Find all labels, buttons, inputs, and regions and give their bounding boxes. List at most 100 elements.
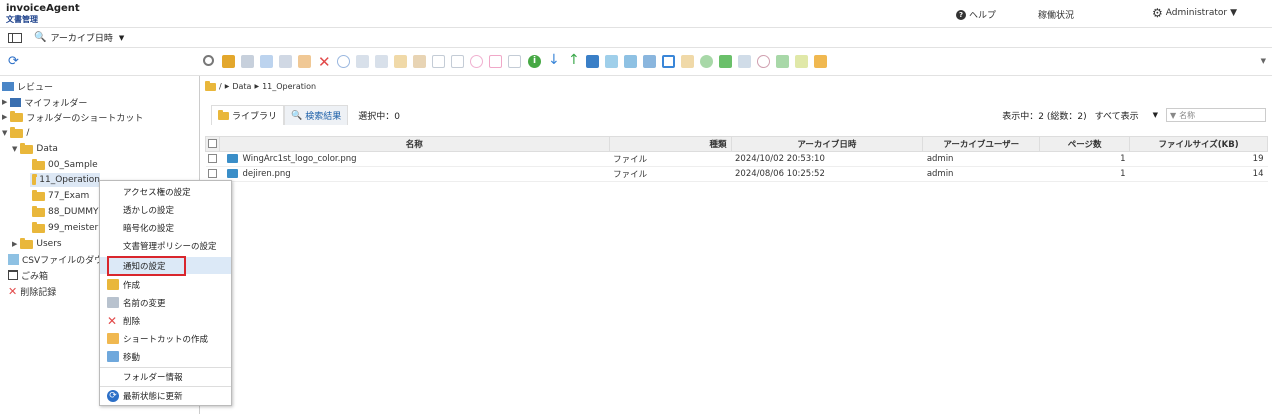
select-all-checkbox[interactable] bbox=[207, 139, 217, 148]
swap-icon[interactable] bbox=[814, 55, 827, 68]
download-icon[interactable]: ↓ bbox=[548, 52, 560, 68]
menu-item-watermark[interactable]: 透かしの設定 bbox=[100, 201, 231, 218]
column-header-file-size[interactable]: ファイルサイズ(KB) bbox=[1129, 136, 1268, 152]
tab-library[interactable]: ライブラリ bbox=[211, 105, 285, 125]
menu-item-rename[interactable]: 名前の変更 bbox=[100, 294, 231, 311]
menu-item-access-rights[interactable]: アクセス権の設定 bbox=[100, 183, 231, 200]
add-icon[interactable] bbox=[222, 55, 235, 68]
gear-icon: ⚙ bbox=[1152, 6, 1163, 20]
column-header-name[interactable]: 名称 bbox=[218, 136, 610, 152]
shortcut-icon[interactable] bbox=[298, 55, 311, 68]
filter-select[interactable]: すべて表示 ▼ bbox=[1095, 109, 1158, 122]
print-icon[interactable] bbox=[643, 55, 656, 68]
column-header-archive-user[interactable]: アーカイブユーザー bbox=[922, 136, 1041, 152]
name-filter-input[interactable]: ▼ 名称 bbox=[1166, 108, 1266, 122]
tree-item-users[interactable]: ▶ Users bbox=[12, 237, 62, 251]
back-icon[interactable] bbox=[795, 55, 808, 68]
upload-icon[interactable]: ↑ bbox=[568, 52, 580, 68]
user-menu[interactable]: ⚙ Administrator ▼ bbox=[1152, 6, 1237, 20]
copy-icon[interactable] bbox=[279, 55, 292, 68]
row-checkbox-cell[interactable] bbox=[205, 151, 220, 167]
row-checkbox[interactable] bbox=[207, 169, 217, 178]
collapse-arrow-icon[interactable]: ▼ bbox=[2, 129, 7, 137]
sync-icon[interactable] bbox=[700, 55, 713, 68]
tree-item-folder-shortcut[interactable]: ▶ フォルダーのショートカット bbox=[2, 110, 143, 124]
tree-item-root[interactable]: ▼ / bbox=[2, 126, 29, 140]
calendar-icon[interactable] bbox=[719, 55, 732, 68]
rename-icon[interactable] bbox=[241, 55, 254, 68]
breadcrumb-data[interactable]: Data bbox=[232, 82, 251, 91]
table-row[interactable]: WingArc1st_logo_color.png ファイル 2024/10/0… bbox=[205, 151, 1268, 167]
tab-search-results[interactable]: 🔍 検索結果 bbox=[284, 105, 349, 125]
menu-item-refresh[interactable]: ⟳ 最新状態に更新 bbox=[100, 387, 231, 404]
menu-item-policy[interactable]: 文書管理ポリシーの設定 bbox=[100, 237, 231, 254]
csv-download-icon bbox=[8, 253, 19, 265]
tag-icon[interactable] bbox=[681, 55, 694, 68]
tree-item-csv-download[interactable]: CSVファイルのダウン bbox=[8, 252, 112, 266]
menu-item-folder-info[interactable]: フォルダー情報 bbox=[100, 368, 231, 385]
breadcrumb-root[interactable]: / bbox=[219, 82, 222, 91]
rename-icon bbox=[107, 297, 119, 308]
info-icon[interactable]: i bbox=[528, 55, 541, 68]
clock-icon[interactable] bbox=[757, 55, 770, 68]
expand-arrow-icon[interactable]: ▶ bbox=[12, 240, 17, 248]
search-mode-select[interactable]: アーカイブ日時 ▼ bbox=[50, 31, 124, 45]
link-icon[interactable] bbox=[470, 55, 483, 68]
tree-item-my-folder[interactable]: ▶ マイフォルダー bbox=[2, 95, 87, 109]
tree-item-77-exam[interactable]: 77_Exam bbox=[32, 189, 89, 203]
menu-item-create[interactable]: 作成 bbox=[100, 276, 231, 293]
tree-item-11-operation[interactable]: 11_Operation bbox=[30, 173, 100, 187]
tree-item-data[interactable]: ▼ Data bbox=[12, 142, 58, 156]
expand-arrow-icon[interactable]: ▶ bbox=[2, 98, 7, 106]
highlight-box bbox=[107, 256, 186, 276]
csv-icon[interactable] bbox=[586, 55, 599, 68]
edit-icon[interactable] bbox=[413, 55, 426, 68]
menu-item-encryption[interactable]: 暗号化の設定 bbox=[100, 219, 231, 236]
status-link[interactable]: 稼働状況 bbox=[1038, 8, 1074, 21]
tree-item-review[interactable]: レビュー bbox=[2, 79, 53, 93]
menu-item-create-shortcut[interactable]: ショートカットの作成 bbox=[100, 330, 231, 347]
row-name-cell[interactable]: WingArc1st_logo_color.png bbox=[219, 151, 610, 167]
tree-item-88-dummy[interactable]: 88_DUMMY bbox=[32, 205, 99, 219]
breadcrumb-11-operation[interactable]: 11_Operation bbox=[262, 82, 316, 91]
delete-icon: ✕ bbox=[107, 313, 118, 328]
tree-item-deletion-log[interactable]: ✕ 削除記録 bbox=[8, 284, 56, 298]
import-icon[interactable] bbox=[605, 55, 618, 68]
toggle-panel-icon[interactable] bbox=[8, 32, 22, 43]
menu-item-delete[interactable]: ✕ 削除 bbox=[100, 312, 231, 329]
list-icon[interactable] bbox=[662, 55, 675, 68]
tree-item-99-meister[interactable]: 99_meister bbox=[32, 221, 98, 235]
column-header-archive-date[interactable]: アーカイブ日時 bbox=[730, 136, 924, 152]
row-file-size: 14 bbox=[1129, 166, 1268, 182]
row-checkbox[interactable] bbox=[207, 154, 217, 163]
encrypt-icon[interactable] bbox=[375, 55, 388, 68]
chevron-down-icon[interactable]: ▼ bbox=[1261, 57, 1266, 65]
column-header-pages[interactable]: ページ数 bbox=[1039, 136, 1131, 152]
text-icon[interactable] bbox=[432, 55, 445, 68]
delete-icon[interactable]: ✕ bbox=[318, 53, 331, 71]
tab-search-label: 検索結果 bbox=[305, 112, 342, 122]
refresh-icon[interactable]: ⟳ bbox=[8, 54, 19, 69]
menu-item-move[interactable]: 移動 bbox=[100, 348, 231, 365]
policy-icon[interactable] bbox=[394, 55, 407, 68]
table-row[interactable]: dejiren.png ファイル 2024/08/06 10:25:52 adm… bbox=[205, 166, 1268, 182]
tree-item-trash[interactable]: ごみ箱 bbox=[8, 268, 48, 282]
approve-icon[interactable] bbox=[738, 55, 751, 68]
play-icon[interactable] bbox=[337, 55, 350, 68]
form-icon[interactable] bbox=[508, 55, 521, 68]
mail-icon[interactable] bbox=[489, 55, 502, 68]
column-header-type[interactable]: 種類 bbox=[608, 136, 732, 152]
sign-icon[interactable] bbox=[451, 55, 464, 68]
row-name-cell[interactable]: dejiren.png bbox=[219, 166, 610, 182]
select-all-cell[interactable] bbox=[205, 136, 220, 152]
user-add-icon[interactable] bbox=[776, 55, 789, 68]
search-icon[interactable] bbox=[203, 55, 214, 66]
tree-item-00-sample[interactable]: 00_Sample bbox=[32, 158, 98, 172]
expand-arrow-icon[interactable]: ▶ bbox=[2, 113, 7, 121]
move-icon[interactable] bbox=[260, 55, 273, 68]
watermark-icon[interactable] bbox=[356, 55, 369, 68]
image-icon[interactable] bbox=[624, 55, 637, 68]
collapse-arrow-icon[interactable]: ▼ bbox=[12, 145, 17, 153]
search-icon[interactable]: 🔍 bbox=[34, 32, 46, 43]
help-link[interactable]: ? ヘルプ bbox=[956, 8, 996, 21]
